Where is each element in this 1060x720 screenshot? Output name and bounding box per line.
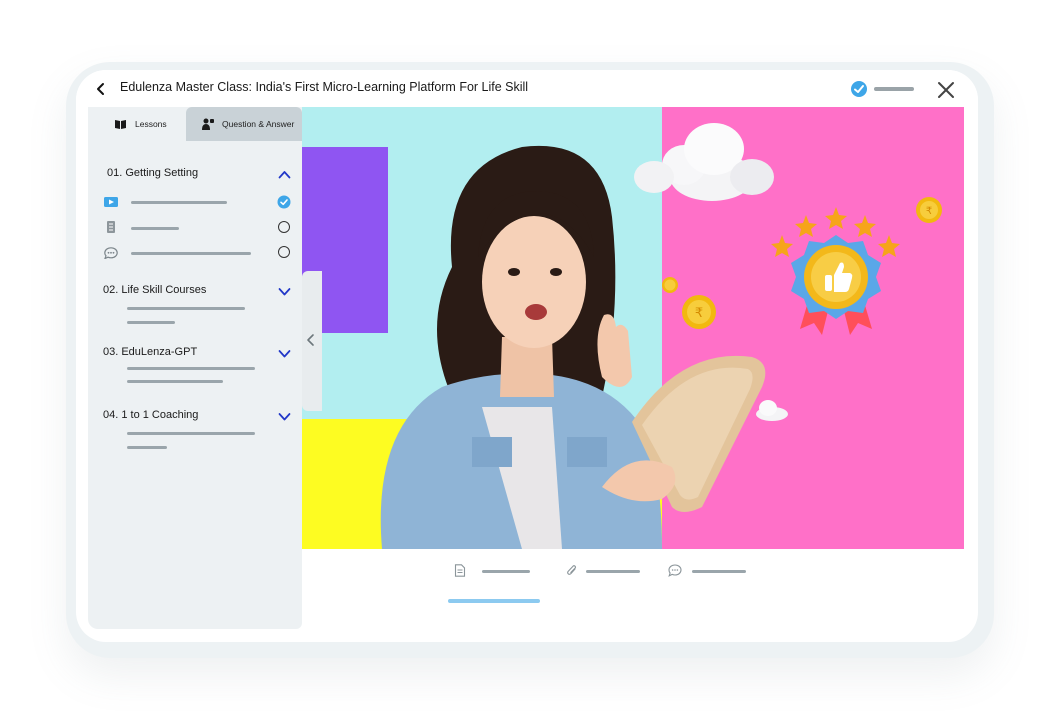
tab-lessons[interactable]: Lessons [88, 107, 186, 141]
hero-illustration: ₹ ₹ [380, 123, 942, 549]
page-title: Edulenza Master Class: India's First Mic… [120, 80, 529, 94]
student-figure [380, 145, 766, 549]
chat-icon [104, 247, 118, 259]
check-circle-icon [851, 81, 867, 97]
app-screen: Edulenza Master Class: India's First Mic… [76, 70, 978, 642]
chevron-left-icon [307, 334, 314, 346]
svg-text:₹: ₹ [926, 206, 932, 217]
back-arrow-icon[interactable] [94, 82, 108, 96]
completed-check-icon [277, 195, 291, 209]
document-icon [454, 564, 466, 577]
section-life-skill-courses[interactable]: 02. Life Skill Courses [103, 284, 206, 296]
section-description-line [127, 432, 255, 435]
tablet-frame: Edulenza Master Class: India's First Mic… [66, 62, 994, 658]
document-icon [107, 221, 115, 233]
section-description-line [127, 380, 223, 383]
cloud-icon [634, 123, 774, 201]
book-icon [115, 119, 126, 129]
rupee-coin-icon: ₹ [682, 295, 716, 329]
chat-icon [668, 564, 682, 577]
svg-text:₹: ₹ [695, 306, 703, 321]
person-question-icon [202, 118, 214, 130]
lesson-hero-image: ₹ ₹ [302, 107, 964, 549]
content-tabs [302, 550, 964, 610]
lessons-sidebar: Lessons Question & Answer 01. Getting Se… [88, 107, 302, 629]
sidebar-tabs: Lessons Question & Answer [88, 107, 302, 141]
course-progress-bar [874, 87, 914, 91]
pending-radio-icon [278, 221, 290, 233]
video-icon [104, 197, 118, 207]
attachment-icon [567, 565, 577, 575]
section-one-to-one-coaching[interactable]: 04. 1 to 1 Coaching [103, 409, 198, 421]
lesson-item-title[interactable] [131, 227, 179, 230]
section-description-line [127, 446, 167, 449]
rupee-coin-icon: ₹ [916, 197, 942, 223]
section-edulenza-gpt[interactable]: 03. EduLenza-GPT [103, 346, 197, 358]
tab-lessons-label: Lessons [135, 119, 167, 129]
active-tab-indicator [448, 599, 540, 603]
thumbs-up-badge-icon [791, 235, 881, 335]
sidebar-collapse-handle[interactable] [302, 271, 322, 411]
section-description-line [127, 307, 245, 310]
chevron-down-icon[interactable] [278, 412, 291, 421]
tab-question-answer[interactable]: Question & Answer [186, 107, 302, 141]
lesson-item-title[interactable] [131, 252, 251, 255]
section-getting-setting[interactable]: 01. Getting Setting [107, 167, 198, 179]
pending-radio-icon [278, 246, 290, 258]
chevron-down-icon[interactable] [278, 349, 291, 358]
rupee-coin-icon [662, 277, 678, 293]
chevron-down-icon[interactable] [278, 287, 291, 296]
section-description-line [127, 321, 175, 324]
top-bar: Edulenza Master Class: India's First Mic… [76, 70, 978, 108]
tab-question-answer-label: Question & Answer [222, 119, 295, 129]
close-icon[interactable] [936, 80, 956, 100]
small-cloud-icon [756, 400, 788, 421]
chevron-up-icon[interactable] [278, 170, 291, 179]
lesson-item-title[interactable] [131, 201, 227, 204]
section-description-line [127, 367, 255, 370]
